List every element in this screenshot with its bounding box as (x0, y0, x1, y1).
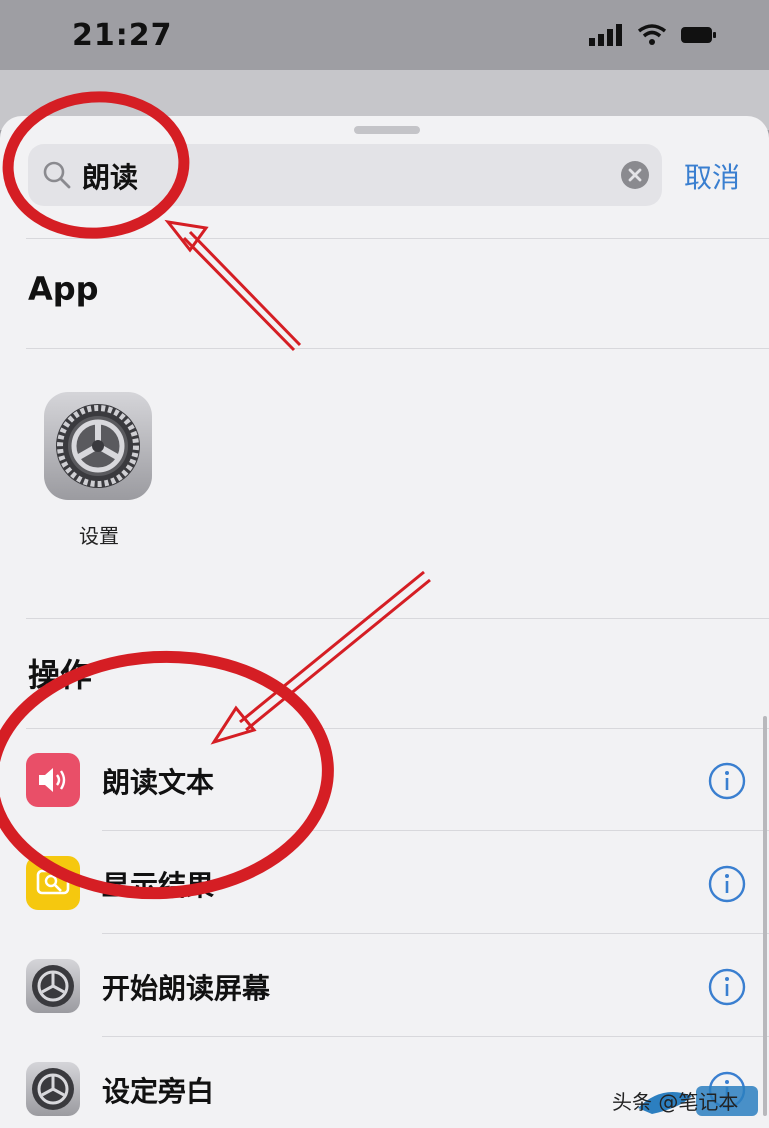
row-divider (102, 830, 769, 831)
section-header-actions: 操作 (28, 656, 93, 694)
status-icons (589, 24, 717, 46)
info-icon[interactable] (708, 968, 746, 1006)
speaker-icon (26, 753, 80, 807)
settings-gear-icon (26, 1062, 80, 1116)
action-row-start-speak-screen[interactable]: 开始朗读屏幕 (0, 935, 769, 1037)
clear-icon[interactable] (620, 160, 650, 190)
app-label: 设置 (79, 524, 119, 548)
action-label: 朗读文本 (102, 766, 215, 799)
action-label: 设定旁白 (102, 1075, 215, 1108)
cancel-button[interactable]: 取消 (684, 156, 740, 196)
action-row-speak-text[interactable]: 朗读文本 (0, 729, 769, 831)
divider (26, 618, 769, 619)
section-header-apps: App (28, 270, 99, 308)
action-row-show-result[interactable]: 显示结果 (0, 832, 769, 934)
divider (26, 348, 769, 349)
action-label: 开始朗读屏幕 (102, 972, 271, 1005)
status-time: 21:27 (72, 17, 173, 53)
sheet-grabber[interactable] (354, 126, 420, 134)
info-icon[interactable] (708, 762, 746, 800)
wifi-icon (637, 24, 667, 45)
battery-icon (681, 27, 716, 43)
watermark-text: 头条 @笔记本 (612, 1090, 739, 1114)
scroll-indicator[interactable] (763, 716, 767, 1116)
status-bar: 21:27 (0, 0, 769, 70)
search-sheet: 朗读 取消 App 设置 操作 朗读文本 显示结果 开始朗读屏幕 设定旁白 (0, 116, 769, 1128)
settings-gear-icon (44, 392, 152, 500)
search-icon (43, 161, 71, 189)
search-query: 朗读 (82, 161, 139, 194)
quick-look-icon (26, 856, 80, 910)
app-tile-settings[interactable]: 设置 (44, 392, 154, 549)
row-divider (102, 933, 769, 934)
search-input[interactable]: 朗读 (28, 144, 662, 206)
row-divider (102, 1036, 769, 1037)
action-label: 显示结果 (102, 869, 215, 902)
settings-gear-icon (26, 959, 80, 1013)
cellular-signal-icon (589, 24, 622, 46)
divider (26, 238, 769, 239)
info-icon[interactable] (708, 865, 746, 903)
